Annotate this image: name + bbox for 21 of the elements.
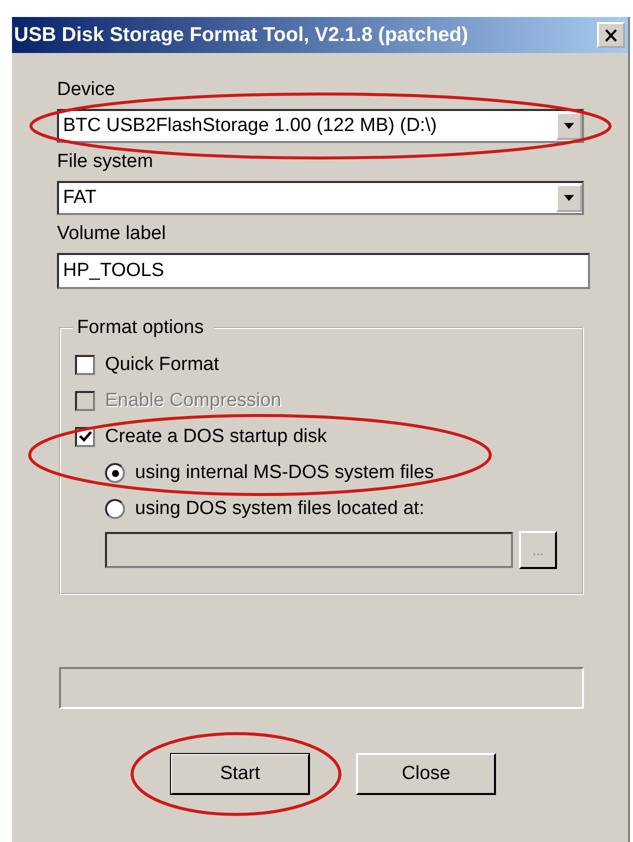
checkmark-icon: [78, 431, 92, 443]
field-label: Volume label: [57, 223, 167, 245]
option-label: using internal MS-DOS system files: [135, 462, 434, 484]
radio-button[interactable]: [105, 463, 125, 483]
close-button[interactable]: [597, 22, 625, 48]
option-label: Create a DOS startup disk: [105, 426, 327, 448]
option-label: Enable Compression: [105, 390, 282, 412]
field-label: Device: [57, 79, 116, 101]
checkbox[interactable]: [75, 355, 95, 375]
start-button[interactable]: Start: [170, 753, 310, 795]
field-label: File system: [57, 151, 154, 173]
volume-label-field[interactable]: HP_TOOLS: [57, 253, 590, 289]
group-title: Format options: [76, 317, 205, 339]
option-label: Quick Format: [105, 354, 220, 376]
device-dropdown[interactable]: BTC USB2FlashStorage 1.00 (122 MB) (D:\): [57, 109, 584, 143]
close-icon: [604, 28, 618, 42]
radio-button[interactable]: [105, 499, 125, 519]
file-system-dropdown[interactable]: FAT: [57, 181, 584, 215]
close-dialog-button[interactable]: Close: [356, 753, 496, 795]
option-label: using DOS system files located at:: [135, 498, 424, 520]
window-title: USB Disk Storage Format Tool, V2.1.8 (patched): [14, 24, 468, 46]
